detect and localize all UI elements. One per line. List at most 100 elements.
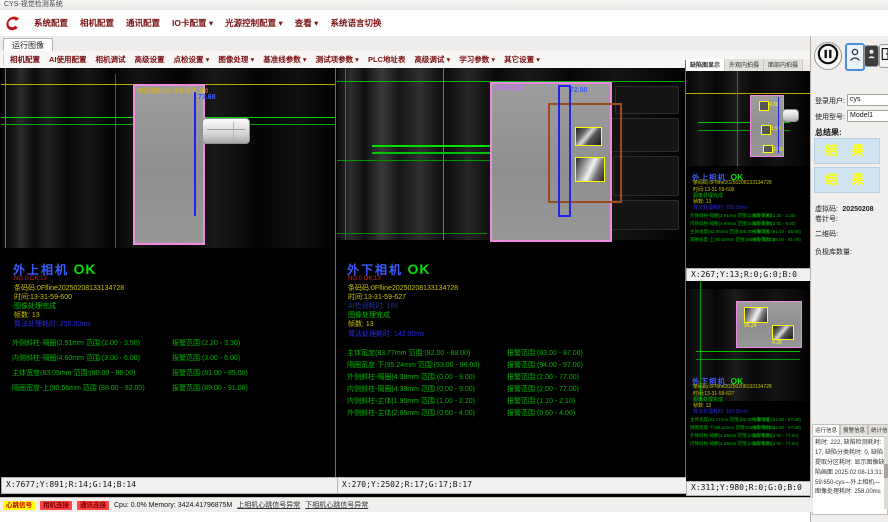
measurement-alarm-range: 报警范围:(81.00 - 85.00) (752, 229, 801, 235)
tool-other-settings[interactable]: 其它设置 ▾ (504, 54, 540, 65)
measurement-alarm-range: 报警范围:(2.00 - 77.00) (752, 441, 798, 447)
measurement-value: 隔圈宽度-上(90.56mm 范围:(88.00 - 92.00) (12, 383, 145, 393)
tool-plc-address-table[interactable]: PLC地址表 (368, 54, 406, 65)
machinery-block (609, 200, 679, 230)
blue-measure-line (194, 92, 196, 216)
measurement-row: 外侧斜柱-隔圈(2.91mm 范围:(2.00 - 3.50) 报警范围:(2.… (12, 338, 332, 348)
green-measure-line (696, 359, 800, 360)
exit-door-icon (881, 47, 888, 66)
exit-button[interactable] (879, 44, 888, 68)
bottom-camera-heartbeat-warning[interactable]: 下相机心跳信号异常 (305, 500, 368, 510)
cpu-memory-status: Cpu: 0.0% Memory: 3424.41796875M (114, 502, 232, 509)
pixel-coords-left: X:7677;Y:891;R:14;G:14;B:14 (1, 477, 341, 494)
pause-button[interactable] (814, 42, 842, 70)
tool-image-processing[interactable]: 图像处理 ▾ (218, 54, 254, 65)
measurement-row: 外侧斜柱-隔圈(4.38mm 范围:(0.00 - 9.00) 报警范围:(2.… (690, 433, 808, 440)
operator-button[interactable] (864, 45, 879, 67)
camera-view-small-top[interactable]: 4.38 1.90 2.65 外上相机 OK 条码码:0Ffline202502… (686, 71, 810, 268)
yellow-guide-line (686, 93, 810, 94)
measurement-row: 主体宽度(83.05mm 范围:(80.00 - 86.00) 报警范围:(81… (12, 368, 332, 378)
measurement-alarm-range: 报警范围:(2.00 - 77.00) (507, 372, 579, 382)
menu-item-language-switch[interactable]: 系统语言切换 (330, 17, 381, 29)
menu-item-comm-config[interactable]: 通讯配置 (126, 17, 160, 29)
barcode-line: 条码码:0Ffline20250208133134728 (693, 383, 772, 390)
tab-alarm-info[interactable]: 报警信息 (840, 424, 868, 435)
menu-item-io-config[interactable]: IO卡配置 ▾ (172, 17, 213, 29)
defect-label: 1.90 (771, 126, 781, 132)
login-user-field[interactable]: cys (847, 94, 888, 106)
tab-stats-info[interactable]: 统计信息 (868, 424, 888, 435)
measurement-value: 外侧斜柱-隔圈(2.91mm 范围:(2.00 - 3.50) (12, 338, 140, 348)
login-user-label: 登录用户: (815, 96, 845, 106)
pixel-coords-middle: X:270;Y:2502;R:17;G:17;B:17 (337, 477, 690, 494)
model-field[interactable]: Model1 (847, 110, 888, 122)
tool-camera-debug[interactable]: 相机调试 (96, 54, 126, 65)
defect-box (772, 325, 794, 340)
measurement-row: 内侧斜柱-隔圈(4.60mm 范围:(3.00 - 6.00) 报警范围:(3.… (12, 353, 332, 363)
menu-item-view[interactable]: 查看 ▾ (295, 17, 319, 29)
tool-advanced-debug[interactable]: 高级调试 ▾ (414, 54, 450, 65)
result-box-bottom: 结 果 (814, 167, 880, 193)
tab-defect-display[interactable]: 缺陷图显示 (686, 59, 725, 71)
tool-test-item-params[interactable]: 测试项参数 ▾ (316, 54, 359, 65)
tool-camera-config[interactable]: 相机配置 (10, 54, 40, 65)
menu-item-light-config[interactable]: 光源控制配置 ▾ (225, 17, 283, 29)
green-guide-line (5, 68, 6, 248)
green-measure-line (696, 351, 800, 352)
tool-ai-usage-config[interactable]: AI使用配置 (49, 54, 87, 65)
ng-ok-counter: NG:0 OK:13 (14, 276, 47, 282)
brand-logo-icon (6, 15, 22, 31)
view-divider (335, 68, 336, 492)
menu-item-camera-config[interactable]: 相机配置 (80, 17, 114, 29)
green-guide-line (337, 233, 487, 234)
total-result-label: 总结果: (815, 127, 842, 138)
ai-region-label: AI检测区域 (494, 83, 524, 92)
measurement-alarm-range: 报警范围:(2.00 - 77.00) (752, 433, 798, 439)
blue-measure-line (778, 97, 779, 153)
result-box-top: 结 果 (814, 138, 880, 164)
status-bar: 心跳信号 相机连接 通讯连接 Cpu: 0.0% Memory: 3424.41… (0, 497, 813, 512)
roi-rect-blue (558, 85, 571, 217)
tool-baseline-params[interactable]: 基准线参数 ▾ (263, 54, 306, 65)
roi-rect-yellow-weld (575, 157, 605, 182)
log-scrollbar[interactable] (884, 436, 888, 509)
top-camera-heartbeat-warning[interactable]: 上相机心跳信号异常 (237, 500, 300, 510)
view-tabstrip: 运行图像 (0, 36, 810, 52)
run-log-text[interactable]: 耗时: 222, 缺陷检测耗时: 17, 缺陷分类耗时: 0, 缺陷提取分区耗时… (812, 436, 888, 515)
tool-learning-params[interactable]: 学习参数 ▾ (459, 54, 495, 65)
user-icon (849, 48, 861, 67)
tab-outer-capture[interactable]: 外观内拍摄 (725, 59, 764, 71)
pixel-coords-small-bottom: X:311;Y:980;R:0;G:0;B:0 (686, 481, 816, 496)
camera-view-left[interactable]: 固定阈值:93, 动态阈值:100 73.68 外上相机 OK NG:0 OK:… (1, 68, 335, 477)
measurement-alarm-range: 报警范围:(83.00 - 87.00) (507, 348, 583, 358)
roi-rect-yellow-weld (575, 127, 602, 146)
camera-view-small-bottom[interactable]: 95.24 4.38 外下相机 OK 条码码:0Ffline2025020813… (686, 281, 810, 481)
tool-spotcheck-settings[interactable]: 点检设置 ▾ (174, 54, 210, 65)
virtual-code-label: 虚拟码: (815, 206, 838, 213)
measurement-value: 外侧斜柱-主体(2.65mm 范围:(0.60 - 4.00) (347, 408, 475, 418)
tab-run-info[interactable]: 运行信息 (812, 424, 840, 435)
measurement-row: 外侧斜柱-隔圈(4.38mm 范围:(0.00 - 9.00) 报警范围:(2.… (347, 372, 677, 382)
green-guide-line (443, 68, 444, 240)
window-title: CYS-视觉检测系统 (4, 1, 63, 8)
log-scrollbar-thumb[interactable] (884, 464, 888, 478)
algo-time-line: 算法处理耗时: 142.00ms (693, 408, 748, 415)
tab-run-image[interactable]: 运行图像 (3, 38, 53, 52)
pause-icon (817, 43, 839, 70)
measurement-row: 隔圈宽度-上(90.56mm 范围:(88.00 - 92.00) 报警范围:(… (12, 383, 332, 393)
measurement-alarm-range: 报警范围:(1.10 - 2.10) (507, 396, 575, 406)
tool-advanced-settings[interactable]: 高级设置 (135, 54, 165, 65)
camera-name: 外上相机 (13, 263, 69, 277)
menu-item-system-config[interactable]: 系统配置 (34, 17, 68, 29)
measurement-alarm-range: 报警范围:(89.00 - 91.00) (172, 383, 248, 393)
tab-face-capture[interactable]: 面部内拍摄 (764, 59, 803, 71)
defect-box (744, 307, 768, 323)
camera-view-middle[interactable]: AI检测区域 72.80 外下相机 OK NG:0 OK:13 条码码:0Ffl… (337, 68, 684, 477)
frame-count-line: 帧数: 13 (348, 319, 374, 329)
login-user-button[interactable] (845, 43, 865, 71)
measurement-value: 内侧斜柱-主体(1.90mm 范围:(1.00 - 2.20) (347, 396, 475, 406)
part-connector (202, 118, 250, 144)
measurement-row: 外侧斜柱-隔圈(2.91mm 范围:(2.00 - 3.50) 报警范围:(2.… (690, 213, 808, 220)
camera-name: 外下相机 (347, 263, 403, 277)
defect-label: 95.24 (744, 323, 757, 329)
